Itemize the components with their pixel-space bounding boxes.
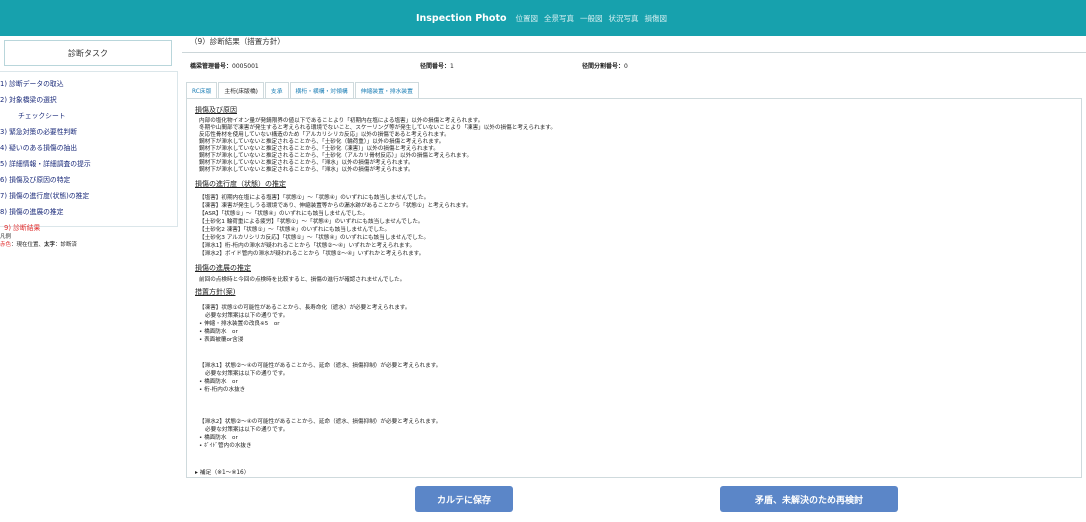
policy-line: 【凍害】状態①の可能性があることから、長寿命化（遮水）が必要と考えられます。 xyxy=(199,305,411,311)
policy-bullet: • 橋面防水 or xyxy=(199,329,238,335)
span-division-number: 径間分割番号：0 xyxy=(582,63,628,70)
progress-line: 【凍害】凍害が発生しうる環境であり、伸縮装置等からの漏水跡があることから「状態①… xyxy=(199,203,472,209)
policy-bullet: • 橋面防水 or xyxy=(199,379,238,385)
nav-link-damage-drawing[interactable]: 損傷図 xyxy=(645,13,668,24)
damage-line: 鋼材下が滞水していないと推定されることから、「滞水」以外の損傷が考えられます。 xyxy=(199,167,414,173)
task-item-suspected-damage[interactable]: 4) 疑いのある損傷の抽出 xyxy=(0,142,77,152)
damage-heading: 損傷及び原因 xyxy=(195,106,237,114)
damage-line: 鋼材下が滞水していないと推定されることから、「土砂化（輪荷重）」以外の損傷と考え… xyxy=(199,139,445,145)
app-brand: Inspection Photo xyxy=(415,12,507,24)
recheck-button[interactable]: 矛盾、未解決のため再検討 xyxy=(720,486,898,512)
sidebar-header: 診断タスク xyxy=(4,40,172,66)
policy-bullet: • 表面被覆or含浸 xyxy=(199,337,244,343)
supplement-toggle[interactable]: ▸ 補足（※1～※16） xyxy=(195,467,250,476)
legend-title: 凡例 xyxy=(0,234,12,240)
damage-line: 冬期や山間部で凍害が発生すると考えられる環境でないこと、スケーリング等が発生して… xyxy=(199,125,556,131)
task-item-import-data[interactable]: 1) 診断データの取込 xyxy=(0,78,64,88)
tab-main-girder[interactable]: 主桁(床版橋) xyxy=(218,82,264,98)
task-item-progress-estimate[interactable]: 7) 損傷の進行度(状態)の推定 xyxy=(0,190,89,200)
policy-line: 【滞水2】状態②～④の可能性があることから、延命（遮水、損傷抑制）が必要と考えら… xyxy=(199,419,442,425)
progress-line: 【ASR】「状態①」～「状態④」のいずれにも該当しませんでした。 xyxy=(199,211,369,217)
progress-line: 【塩害】初期内在塩による塩害】「状態①」～「状態④」のいずれにも該当しませんでし… xyxy=(199,195,430,201)
damage-line: 鋼材下が滞水していないと推定されることから、「土砂化（アルカリ骨材反応）」以外の… xyxy=(199,153,473,159)
task-item-diagnosis-result[interactable]: 9) 診断結果 xyxy=(4,222,40,232)
progress-line: 【滞水2】ボイド管内の滞水が疑われることから「状態②～④」いずれかと考えられます… xyxy=(199,251,425,257)
task-item-damage-cause[interactable]: 6) 損傷及び原因の特定 xyxy=(0,174,70,184)
tab-expansion-drainage[interactable]: 伸縮装置・排水装置 xyxy=(354,82,419,98)
progress-line: 【土砂化3 アルカリシリカ反応】「状態①」～「状態④」のいずれにも該当しませんで… xyxy=(199,235,430,241)
policy-line: 必要な対策案は以下の通りです。 xyxy=(205,427,289,433)
span-number: 径間番号：1 xyxy=(420,63,454,70)
progression-heading: 損傷の進展の推定 xyxy=(195,264,251,272)
progress-line: 【滞水1】桁-桁内の滞水が疑われることから「状態②～④」いずれかと考えられます。 xyxy=(199,243,416,249)
policy-line: 【滞水1】状態②～④の可能性があることから、延命（遮水、損傷抑制）が必要と考えら… xyxy=(199,363,442,369)
policy-line: 必要な対策案は以下の通りです。 xyxy=(205,313,289,319)
progress-line: 【土砂化2 凍害】「状態①」～「状態④」のいずれにも該当しませんでした。 xyxy=(199,227,391,233)
progress-line: 【土砂化1 輪荷重による疲労】「状態①」～「状態④」のいずれにも該当しませんでし… xyxy=(199,219,424,225)
damage-line: 反応性骨材を使用していない構造のため「アルカリシリカ反応」以外の損傷であると考え… xyxy=(199,132,450,138)
task-item-progression-estimate[interactable]: 8) 損傷の進展の推定 xyxy=(0,206,64,216)
task-item-checksheet[interactable]: チェックシート xyxy=(18,110,66,120)
policy-bullet: • 伸縮・排水装置の改良※5 or xyxy=(199,321,280,327)
policy-bullet: • 橋面防水 or xyxy=(199,435,238,441)
page-title: （9）診断結果（措置方針） xyxy=(190,37,285,46)
nav-link-overview-photo[interactable]: 全景写真 xyxy=(544,13,574,24)
legend: 凡例 赤色：現在位置、太字：診断済 xyxy=(0,233,77,249)
title-divider xyxy=(182,52,1086,53)
tab-cross-beam[interactable]: 横桁・横構・対傾構 xyxy=(289,82,354,98)
legend-description: 赤色：現在位置、太字：診断済 xyxy=(0,242,78,248)
sidebar: 診断タスク 1) 診断データの取込 2) 対象橋梁の選択 チェックシート 3) … xyxy=(0,36,180,522)
damage-line: 鋼材下が滞水していないと推定されることから、「土砂化（凍害）」以外の損傷と考えら… xyxy=(199,146,439,152)
top-navigation-bar: Inspection Photo 位置図 全景写真 一般図 状況写真 損傷図 xyxy=(0,0,1086,36)
policy-heading: 措置方針(案) xyxy=(195,288,236,296)
task-item-emergency-judgement[interactable]: 3) 緊急対策の必要性判断 xyxy=(0,126,77,136)
policy-bullet: • 桁-桁内の水抜き xyxy=(199,387,246,393)
progression-line: 前回の点検時と今回の点検時を比較すると、損傷の進行が確認されませんでした。 xyxy=(199,277,406,283)
damage-line: 内部の塩化物イオン量が発錆限界の値以下であることより「初期内在塩による塩害」以外… xyxy=(199,118,484,124)
tab-bearing[interactable]: 支承 xyxy=(264,82,289,98)
tab-rc-deck[interactable]: RC床版 xyxy=(186,82,218,98)
result-panel: 損傷及び原因 内部の塩化物イオン量が発錆限界の値以下であることより「初期内在塩に… xyxy=(186,99,1082,478)
task-item-select-bridge[interactable]: 2) 対象橋梁の選択 xyxy=(0,94,57,104)
nav-link-condition-photo[interactable]: 状況写真 xyxy=(609,13,639,24)
progress-heading: 損傷の進行度（状態）の推定 xyxy=(195,180,286,188)
task-list: 1) 診断データの取込 2) 対象橋梁の選択 チェックシート 3) 緊急対策の必… xyxy=(0,71,178,232)
policy-line: 必要な対策案は以下の通りです。 xyxy=(205,371,289,377)
task-item-detailed-info[interactable]: 5) 詳細情報・詳細調査の提示 xyxy=(0,158,91,168)
policy-bullet: • ﾎﾞｲﾄﾞ管内の水抜き xyxy=(199,443,252,449)
bridge-id: 橋梁管理番号：0005001 xyxy=(190,63,259,70)
nav-link-location-map[interactable]: 位置図 xyxy=(516,13,539,24)
member-tabs: RC床版 主桁(床版橋) 支承 横桁・横構・対傾構 伸縮装置・排水装置 xyxy=(186,82,420,98)
nav-link-general-drawing[interactable]: 一般図 xyxy=(580,13,603,24)
damage-line: 鋼材下が滞水していないと推定されることから、「滞水」以外の損傷が考えられます。 xyxy=(199,160,414,166)
main-content: （9）診断結果（措置方針） 橋梁管理番号：0005001 径間番号：1 径間分割… xyxy=(182,36,1086,482)
save-to-chart-button[interactable]: カルテに保存 xyxy=(415,486,513,512)
